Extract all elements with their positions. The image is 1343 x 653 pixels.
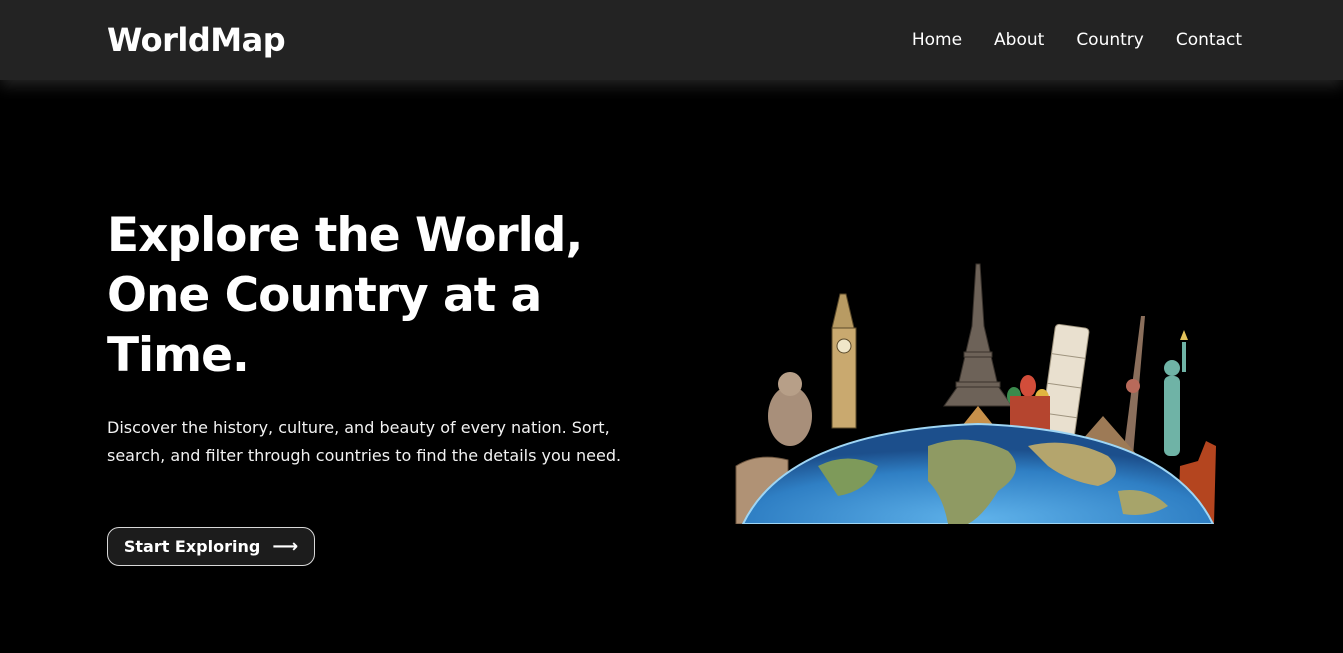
hero-title: Explore the World, One Country at a Time…: [107, 208, 583, 383]
statue-of-liberty-icon: [1164, 330, 1188, 456]
nav-link-country[interactable]: Country: [1076, 30, 1144, 50]
buddha-statue-icon: [768, 372, 812, 446]
main-nav: Home About Country Contact: [912, 30, 1242, 50]
hero-section: Explore the World, One Country at a Time…: [0, 80, 1343, 653]
start-exploring-button[interactable]: Start Exploring ⟶: [107, 527, 315, 566]
arrow-right-icon: ⟶: [272, 536, 299, 557]
big-ben-icon: [831, 293, 857, 429]
hero-description: Discover the history, culture, and beaut…: [107, 418, 622, 465]
nav-link-about[interactable]: About: [994, 30, 1044, 50]
navbar: WorldMap Home About Country Contact: [0, 0, 1343, 80]
nav-link-home[interactable]: Home: [912, 30, 962, 50]
site-logo[interactable]: WorldMap: [107, 21, 286, 59]
start-exploring-label: Start Exploring: [123, 537, 261, 556]
tv-tower-icon: [1123, 316, 1145, 456]
world-landmarks-illustration: [735, 263, 1216, 524]
eiffel-tower-icon: [943, 263, 1013, 407]
nav-link-contact[interactable]: Contact: [1176, 30, 1242, 50]
